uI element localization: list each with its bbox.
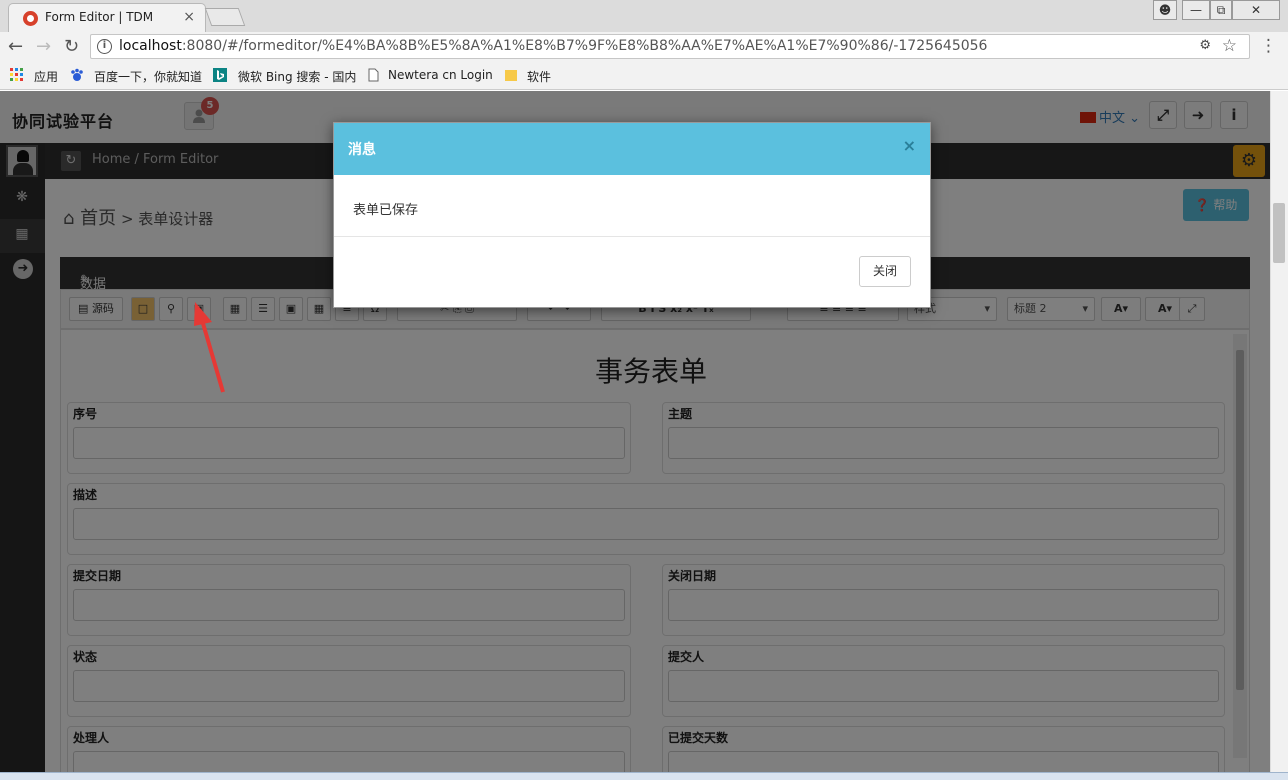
apps-grid-icon bbox=[10, 68, 23, 81]
key-icon[interactable]: ⚙ bbox=[1199, 38, 1211, 53]
bookmark-apps[interactable]: 应用 bbox=[34, 68, 58, 85]
address-bar[interactable]: i localhost:8080/#/formeditor/%E4%BA%8B%… bbox=[90, 34, 1250, 59]
reload-icon[interactable]: ↻ bbox=[64, 36, 79, 57]
dialog-message: 表单已保存 bbox=[353, 203, 419, 218]
page-icon bbox=[368, 68, 379, 82]
browser-menu-icon[interactable]: ⋮ bbox=[1260, 36, 1277, 56]
bookmark-newtera[interactable]: Newtera cn Login bbox=[388, 68, 493, 82]
annotation-arrow-icon bbox=[194, 302, 225, 393]
bookmark-star-icon[interactable]: ☆ bbox=[1222, 36, 1237, 56]
browser-titlebar: Form Editor | TDM × ☻ — ⧉ ✕ bbox=[0, 0, 1288, 32]
forward-arrow-icon[interactable]: → bbox=[36, 36, 51, 57]
bing-icon bbox=[213, 68, 227, 82]
bookmark-baidu[interactable]: 百度一下，你就知道 bbox=[94, 68, 202, 85]
new-tab-button[interactable] bbox=[204, 8, 246, 26]
tab-title: Form Editor | TDM bbox=[45, 10, 154, 24]
back-arrow-icon[interactable]: ← bbox=[8, 36, 23, 57]
bookmarks-bar: 应用 百度一下，你就知道 微软 Bing 搜索 - 国内 Newtera cn … bbox=[0, 62, 1288, 90]
folder-icon bbox=[505, 70, 517, 81]
page-scrollbar[interactable] bbox=[1270, 91, 1288, 780]
profile-icon[interactable]: ☻ bbox=[1153, 0, 1177, 20]
url-text[interactable]: localhost:8080/#/formeditor/%E4%BA%8B%E5… bbox=[119, 38, 987, 54]
browser-toolbar: ← → ↻ i localhost:8080/#/formeditor/%E4%… bbox=[0, 32, 1288, 62]
message-dialog: 消息 × 表单已保存 关闭 bbox=[333, 122, 931, 308]
bookmark-software-folder[interactable]: 软件 bbox=[527, 68, 551, 85]
window-close-button[interactable]: ✕ bbox=[1232, 0, 1280, 20]
bookmark-bing[interactable]: 微软 Bing 搜索 - 国内 bbox=[238, 68, 356, 85]
tab-close-icon[interactable]: × bbox=[183, 9, 195, 25]
baidu-paw-icon bbox=[71, 68, 83, 81]
minimize-button[interactable]: — bbox=[1182, 0, 1210, 20]
browser-tab[interactable]: Form Editor | TDM × bbox=[8, 3, 206, 32]
dialog-header: 消息 × bbox=[334, 123, 930, 175]
site-info-icon[interactable]: i bbox=[97, 39, 112, 54]
site-favicon-icon bbox=[23, 11, 38, 26]
restore-button[interactable]: ⧉ bbox=[1210, 0, 1232, 20]
dialog-body: 表单已保存 bbox=[334, 175, 930, 237]
close-button[interactable]: 关闭 bbox=[859, 256, 911, 287]
os-taskbar bbox=[0, 772, 1288, 780]
dialog-title: 消息 bbox=[348, 142, 376, 158]
close-icon[interactable]: × bbox=[903, 136, 916, 155]
